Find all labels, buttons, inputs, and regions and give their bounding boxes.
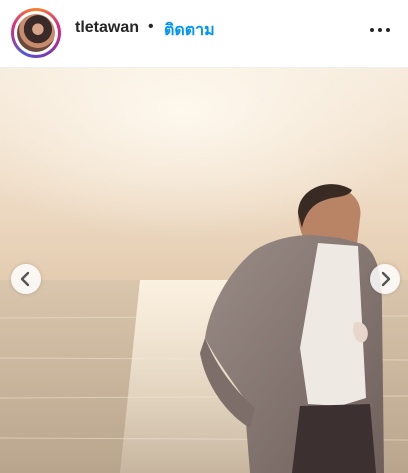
chevron-right-icon [381,271,391,287]
follow-button[interactable]: ติดตาม [164,18,215,43]
previous-photo-button[interactable] [11,264,41,294]
photo-scene [0,68,408,473]
avatar-border [14,11,58,55]
next-photo-button[interactable] [370,264,400,294]
post-photo[interactable] [0,68,408,473]
separator-dot: • [148,18,154,35]
avatar-story-ring[interactable] [11,8,61,58]
more-options-icon[interactable] [362,20,398,42]
chevron-left-icon [20,271,30,287]
post-header: tletawan • ติดตาม [0,0,408,68]
username-link[interactable]: tletawan [75,19,139,37]
avatar[interactable] [17,14,55,52]
